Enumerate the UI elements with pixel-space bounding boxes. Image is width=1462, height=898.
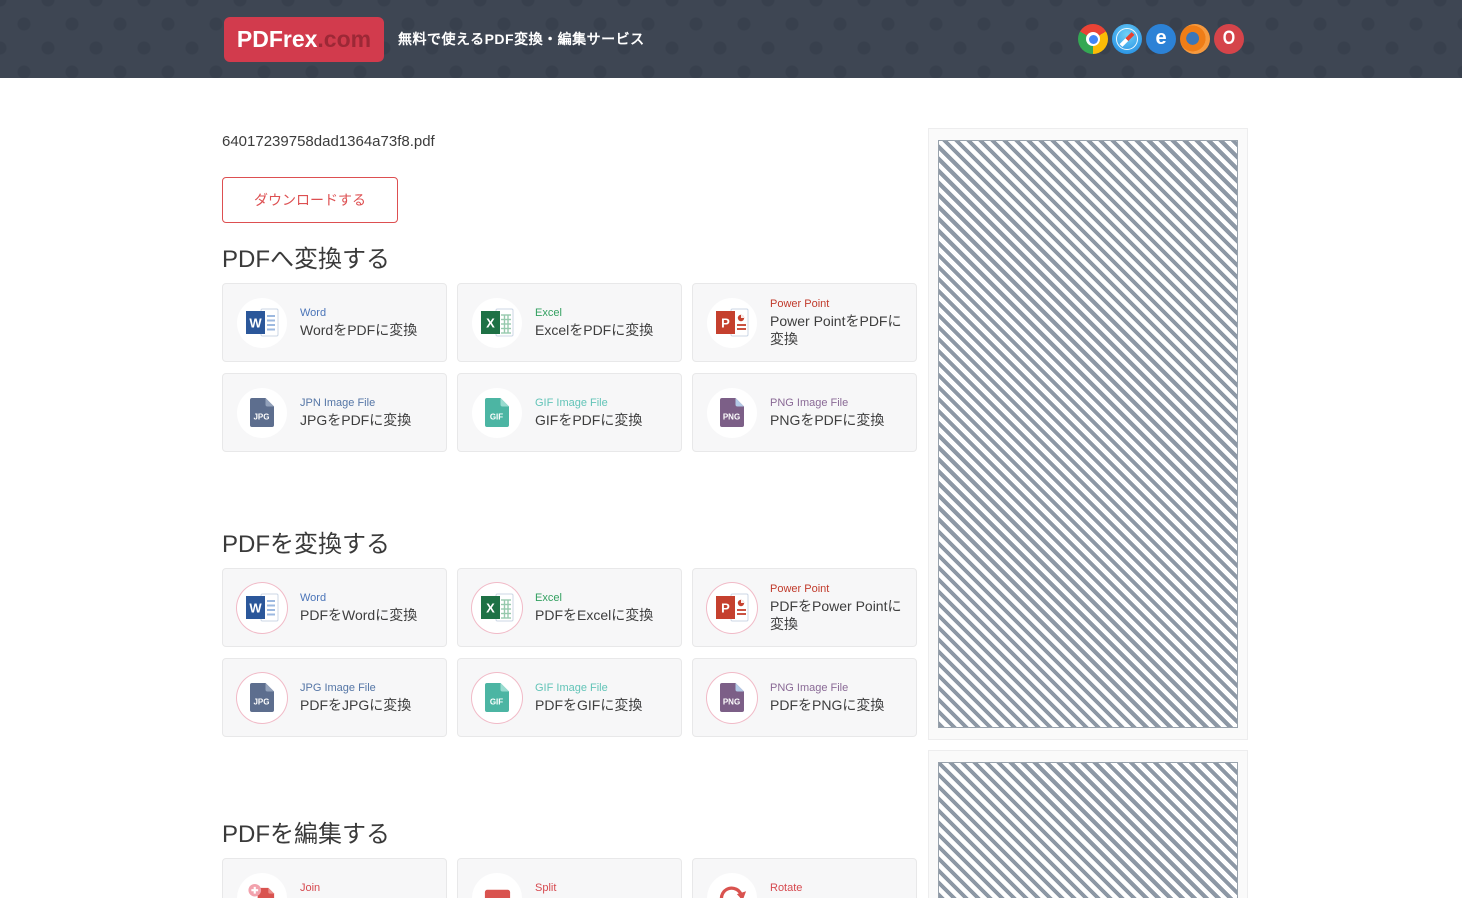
ppt-icon: P xyxy=(707,298,757,348)
card-word[interactable]: W WordWordをPDFに変換 xyxy=(222,283,447,362)
png-icon: PNG xyxy=(707,673,757,723)
card-title: PDFをPower Pointに変換 xyxy=(770,597,906,633)
card-excel[interactable]: X ExcelPDFをExcelに変換 xyxy=(457,568,682,647)
card-label: Excel xyxy=(535,306,653,321)
card-ppt[interactable]: P Power PointPower PointをPDFに変換 xyxy=(692,283,917,362)
ad-placeholder xyxy=(938,140,1238,728)
card-label: Join xyxy=(300,881,320,896)
card-title: PNGをPDFに変換 xyxy=(770,411,884,429)
opera-icon: O xyxy=(1214,24,1244,54)
ie-glyph: e xyxy=(1155,27,1166,50)
section-edit-pdf: PDFを編集する PDF Join Split Rotate xyxy=(222,820,918,898)
svg-text:W: W xyxy=(249,601,262,616)
word-icon: W xyxy=(237,583,287,633)
card-title: GIFをPDFに変換 xyxy=(535,411,642,429)
card-split[interactable]: Split xyxy=(457,858,682,898)
card-title: PDFをExcelに変換 xyxy=(535,606,653,624)
rotate-icon xyxy=(707,873,757,898)
card-gif[interactable]: GIF GIF Image FileGIFをPDFに変換 xyxy=(457,373,682,452)
excel-icon: X xyxy=(472,583,522,633)
svg-text:GIF: GIF xyxy=(490,413,503,422)
internet-explorer-icon: e xyxy=(1146,24,1176,54)
logo-tld: .com xyxy=(317,26,371,53)
card-jpg[interactable]: JPG JPN Image FileJPGをPDFに変換 xyxy=(222,373,447,452)
card-label: Power Point xyxy=(770,297,906,312)
card-rotate[interactable]: Rotate xyxy=(692,858,917,898)
site-header: PDFrex.com 無料で使えるPDF変換・編集サービス e O xyxy=(0,0,1462,78)
card-title: Power PointをPDFに変換 xyxy=(770,312,906,348)
page: PDFrex.com 無料で使えるPDF変換・編集サービス e O 640172… xyxy=(0,0,1462,898)
card-label: JPN Image File xyxy=(300,396,411,411)
sidebar-ad-panel-top xyxy=(928,128,1248,740)
jpg-icon: JPG xyxy=(237,388,287,438)
logo[interactable]: PDFrex.com xyxy=(224,17,384,62)
svg-text:GIF: GIF xyxy=(490,698,503,707)
section-title: PDFを変換する xyxy=(222,530,918,560)
card-label: Split xyxy=(535,881,556,896)
card-title: ExcelをPDFに変換 xyxy=(535,321,653,339)
card-ppt[interactable]: P Power PointPDFをPower Pointに変換 xyxy=(692,568,917,647)
card-label: Word xyxy=(300,591,417,606)
site-tagline: 無料で使えるPDF変換・編集サービス xyxy=(398,0,645,78)
png-icon: PNG xyxy=(707,388,757,438)
word-icon: W xyxy=(237,298,287,348)
card-label: GIF Image File xyxy=(535,681,642,696)
card-png[interactable]: PNG PNG Image FilePDFをPNGに変換 xyxy=(692,658,917,737)
card-grid: PDF Join Split Rotate xyxy=(222,858,918,898)
card-grid: W WordWordをPDFに変換 X ExcelExcelをPDFに変換 P Power… xyxy=(222,283,918,452)
card-title: PDFをWordに変換 xyxy=(300,606,417,624)
excel-icon: X xyxy=(472,298,522,348)
chrome-icon xyxy=(1078,24,1108,54)
card-title: PDFをGIFに変換 xyxy=(535,696,642,714)
sidebar-ad-panel-bottom xyxy=(928,750,1248,898)
svg-text:X: X xyxy=(486,316,495,331)
gif-icon: GIF xyxy=(472,388,522,438)
svg-text:PNG: PNG xyxy=(723,413,740,422)
download-button[interactable]: ダウンロードする xyxy=(222,177,398,223)
opera-glyph: O xyxy=(1223,28,1235,50)
svg-text:PNG: PNG xyxy=(723,698,740,707)
jpg-icon: JPG xyxy=(237,673,287,723)
svg-text:P: P xyxy=(721,601,730,616)
card-label: PNG Image File xyxy=(770,681,884,696)
card-png[interactable]: PNG PNG Image FilePNGをPDFに変換 xyxy=(692,373,917,452)
card-label: JPG Image File xyxy=(300,681,411,696)
card-join[interactable]: PDF Join xyxy=(222,858,447,898)
card-grid: W WordPDFをWordに変換 X ExcelPDFをExcelに変換 P Power… xyxy=(222,568,918,737)
svg-text:X: X xyxy=(486,601,495,616)
ppt-icon: P xyxy=(707,583,757,633)
card-label: PNG Image File xyxy=(770,396,884,411)
split-icon xyxy=(472,873,522,898)
section-convert-from-pdf: PDFを変換する W WordPDFをWordに変換 X ExcelPDFをExcel… xyxy=(222,530,918,737)
gif-icon: GIF xyxy=(472,673,522,723)
card-title: JPGをPDFに変換 xyxy=(300,411,411,429)
uploaded-filename: 64017239758dad1364a73f8.pdf xyxy=(222,133,435,150)
svg-text:P: P xyxy=(721,316,730,331)
join-icon: PDF xyxy=(237,873,287,898)
svg-text:JPG: JPG xyxy=(253,413,269,422)
section-title: PDFへ変換する xyxy=(222,245,918,275)
card-excel[interactable]: X ExcelExcelをPDFに変換 xyxy=(457,283,682,362)
ad-placeholder xyxy=(938,762,1238,898)
card-jpg[interactable]: JPG JPG Image FilePDFをJPGに変換 xyxy=(222,658,447,737)
safari-icon xyxy=(1112,24,1142,54)
card-label: Excel xyxy=(535,591,653,606)
svg-text:W: W xyxy=(249,316,262,331)
firefox-icon xyxy=(1180,24,1210,54)
card-label: Word xyxy=(300,306,417,321)
card-title: PDFをJPGに変換 xyxy=(300,696,411,714)
card-word[interactable]: W WordPDFをWordに変換 xyxy=(222,568,447,647)
browser-icons: e O xyxy=(1078,24,1244,54)
card-label: Power Point xyxy=(770,582,906,597)
card-gif[interactable]: GIF GIF Image FilePDFをGIFに変換 xyxy=(457,658,682,737)
card-title: PDFをPNGに変換 xyxy=(770,696,884,714)
logo-text: PDFrex xyxy=(237,26,318,53)
card-title: WordをPDFに変換 xyxy=(300,321,417,339)
section-title: PDFを編集する xyxy=(222,820,918,850)
svg-text:JPG: JPG xyxy=(253,698,269,707)
card-label: Rotate xyxy=(770,881,802,896)
section-convert-to-pdf: PDFへ変換する W WordWordをPDFに変換 X ExcelExcelをPDF… xyxy=(222,245,918,452)
card-label: GIF Image File xyxy=(535,396,642,411)
